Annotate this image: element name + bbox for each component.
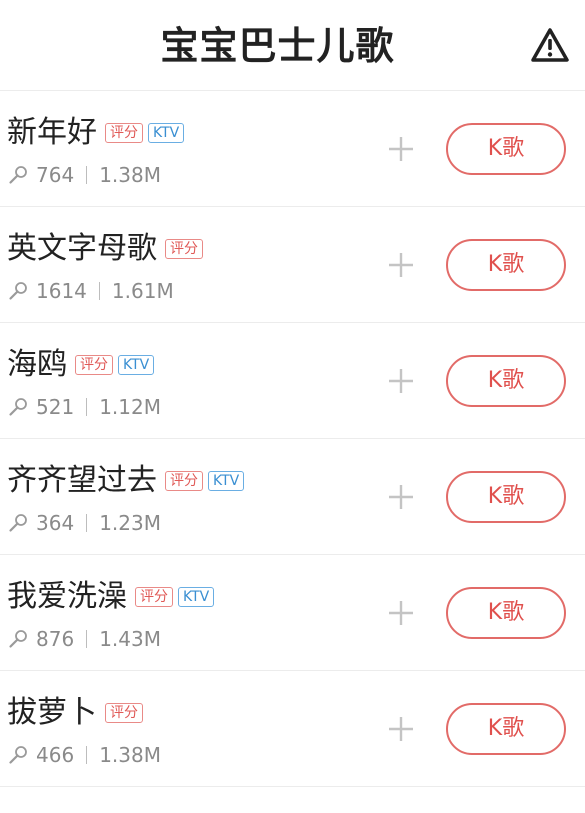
song-meta: 1614 1.61M [8, 277, 174, 305]
microphone-icon [9, 282, 27, 300]
add-icon[interactable] [383, 595, 419, 631]
score-tag: 评分 [165, 239, 203, 259]
score-tag: 评分 [105, 703, 143, 723]
song-row[interactable]: 海鸥 评分 KTV 521 1.12M K歌 [0, 323, 585, 439]
ktv-tag: KTV [118, 355, 155, 375]
karaoke-button[interactable]: K歌 [446, 123, 566, 175]
score-tag: 评分 [135, 587, 173, 607]
song-row[interactable]: 新年好 评分 KTV 764 1.38M K歌 [0, 91, 585, 207]
meta-divider [98, 282, 100, 300]
play-count: 764 [36, 163, 75, 187]
play-count: 466 [36, 743, 75, 767]
microphone-icon [9, 166, 27, 184]
file-size: 1.43M [99, 627, 161, 651]
ktv-tag: KTV [148, 123, 185, 143]
warning-triangle-icon[interactable] [531, 27, 569, 63]
karaoke-button[interactable]: K歌 [446, 239, 566, 291]
page-title: 宝宝巴士儿歌 [160, 24, 395, 68]
meta-divider [86, 746, 88, 764]
score-tag: 评分 [75, 355, 113, 375]
microphone-icon [9, 630, 27, 648]
play-count: 521 [36, 395, 75, 419]
app-header: 宝宝巴士儿歌 [0, 0, 585, 91]
song-list: 新年好 评分 KTV 764 1.38M K歌 英文字母歌 评分 1614 1.… [0, 91, 585, 787]
add-icon[interactable] [383, 479, 419, 515]
meta-divider [86, 398, 88, 416]
song-row[interactable]: 我爱洗澡 评分 KTV 876 1.43M K歌 [0, 555, 585, 671]
microphone-icon [9, 746, 27, 764]
add-icon[interactable] [383, 711, 419, 747]
file-size: 1.23M [99, 511, 161, 535]
karaoke-button[interactable]: K歌 [446, 355, 566, 407]
song-name: 齐齐望过去 [7, 463, 157, 498]
song-row[interactable]: 拔萝卜 评分 466 1.38M K歌 [0, 671, 585, 787]
meta-divider [86, 166, 88, 184]
karaoke-button[interactable]: K歌 [446, 471, 566, 523]
file-size: 1.38M [99, 743, 161, 767]
ktv-tag: KTV [178, 587, 215, 607]
song-name: 海鸥 [7, 347, 67, 382]
score-tag: 评分 [105, 123, 143, 143]
song-meta: 521 1.12M [8, 393, 161, 421]
file-size: 1.61M [111, 279, 174, 303]
file-size: 1.38M [99, 163, 161, 187]
song-meta: 364 1.23M [8, 509, 161, 537]
karaoke-button[interactable]: K歌 [446, 587, 566, 639]
song-name: 我爱洗澡 [7, 579, 127, 614]
ktv-tag: KTV [208, 471, 245, 491]
add-icon[interactable] [383, 131, 419, 167]
song-meta: 466 1.38M [8, 741, 161, 769]
file-size: 1.12M [99, 395, 161, 419]
meta-divider [86, 630, 88, 648]
meta-divider [86, 514, 88, 532]
microphone-icon [9, 398, 27, 416]
song-meta: 764 1.38M [8, 161, 161, 189]
song-name: 拔萝卜 [7, 695, 97, 730]
song-meta: 876 1.43M [8, 625, 161, 653]
song-row[interactable]: 英文字母歌 评分 1614 1.61M K歌 [0, 207, 585, 323]
add-icon[interactable] [383, 363, 419, 399]
add-icon[interactable] [383, 247, 419, 283]
play-count: 364 [36, 511, 75, 535]
play-count: 1614 [36, 279, 87, 303]
song-name: 新年好 [7, 115, 97, 150]
play-count: 876 [36, 627, 75, 651]
microphone-icon [9, 514, 27, 532]
song-name: 英文字母歌 [7, 231, 157, 266]
karaoke-button[interactable]: K歌 [446, 703, 566, 755]
song-row[interactable]: 齐齐望过去 评分 KTV 364 1.23M K歌 [0, 439, 585, 555]
score-tag: 评分 [165, 471, 203, 491]
